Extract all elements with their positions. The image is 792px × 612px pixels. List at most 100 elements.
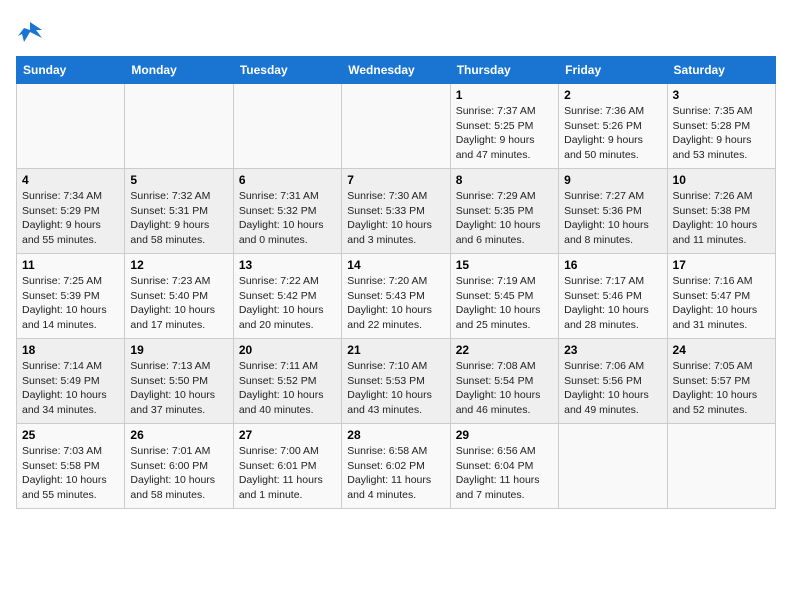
calendar-cell: 3 Sunrise: 7:35 AM Sunset: 5:28 PM Daylig…	[667, 84, 775, 169]
day-info: Sunrise: 7:10 AM Sunset: 5:53 PM Dayligh…	[347, 359, 444, 418]
column-header-thursday: Thursday	[450, 57, 558, 84]
calendar-cell: 14Sunrise: 7:20 AM Sunset: 5:43 PM Dayli…	[342, 254, 450, 339]
day-info: Sunrise: 7:14 AM Sunset: 5:49 PM Dayligh…	[22, 359, 119, 418]
day-number: 18	[22, 343, 119, 357]
calendar-cell: 25 Sunrise: 7:03 AM Sunset: 5:58 PM Dayli…	[17, 424, 125, 509]
calendar-week-row: 1 Sunrise: 7:37 AM Sunset: 5:25 PM Daylig…	[17, 84, 776, 169]
column-header-tuesday: Tuesday	[233, 57, 341, 84]
calendar-cell: 4 Sunrise: 7:34 AM Sunset: 5:29 PM Daylig…	[17, 169, 125, 254]
day-number: 15	[456, 258, 553, 272]
day-number: 10	[673, 173, 770, 187]
calendar-cell: 22 Sunrise: 7:08 AM Sunset: 5:54 PM Dayli…	[450, 339, 558, 424]
day-number: 26	[130, 428, 227, 442]
day-info: Sunrise: 7:27 AM Sunset: 5:36 PM Dayligh…	[564, 189, 661, 248]
calendar-cell: 8 Sunrise: 7:29 AM Sunset: 5:35 PM Daylig…	[450, 169, 558, 254]
calendar-cell: 16 Sunrise: 7:17 AM Sunset: 5:46 PM Dayli…	[559, 254, 667, 339]
day-info: Sunrise: 7:01 AM Sunset: 6:00 PM Dayligh…	[130, 444, 227, 503]
logo-bird-icon	[16, 20, 44, 48]
day-info: Sunrise: 7:26 AM Sunset: 5:38 PM Dayligh…	[673, 189, 770, 248]
calendar-cell: 19 Sunrise: 7:13 AM Sunset: 5:50 PM Dayli…	[125, 339, 233, 424]
calendar-cell: 29 Sunrise: 6:56 AM Sunset: 6:04 PM Dayli…	[450, 424, 558, 509]
day-info: Sunrise: 7:23 AM Sunset: 5:40 PM Dayligh…	[130, 274, 227, 333]
day-number: 4	[22, 173, 119, 187]
calendar-cell	[342, 84, 450, 169]
calendar-cell	[17, 84, 125, 169]
day-info: Sunrise: 7:06 AM Sunset: 5:56 PM Dayligh…	[564, 359, 661, 418]
calendar-cell: 5Sunrise: 7:32 AM Sunset: 5:31 PM Daylig…	[125, 169, 233, 254]
day-number: 3	[673, 88, 770, 102]
day-number: 11	[22, 258, 119, 272]
column-header-monday: Monday	[125, 57, 233, 84]
calendar-week-row: 18 Sunrise: 7:14 AM Sunset: 5:49 PM Dayli…	[17, 339, 776, 424]
day-number: 5	[130, 173, 227, 187]
day-info: Sunrise: 7:25 AM Sunset: 5:39 PM Dayligh…	[22, 274, 119, 333]
day-info: Sunrise: 7:29 AM Sunset: 5:35 PM Dayligh…	[456, 189, 553, 248]
calendar-table: SundayMondayTuesdayWednesdayThursdayFrid…	[16, 56, 776, 509]
calendar-cell: 6 Sunrise: 7:31 AM Sunset: 5:32 PM Daylig…	[233, 169, 341, 254]
day-number: 22	[456, 343, 553, 357]
day-number: 23	[564, 343, 661, 357]
day-number: 7	[347, 173, 444, 187]
day-info: Sunrise: 7:11 AM Sunset: 5:52 PM Dayligh…	[239, 359, 336, 418]
day-number: 14	[347, 258, 444, 272]
calendar-header-row: SundayMondayTuesdayWednesdayThursdayFrid…	[17, 57, 776, 84]
column-header-saturday: Saturday	[667, 57, 775, 84]
day-info: Sunrise: 7:00 AM Sunset: 6:01 PM Dayligh…	[239, 444, 336, 503]
day-number: 1	[456, 88, 553, 102]
calendar-week-row: 25 Sunrise: 7:03 AM Sunset: 5:58 PM Dayli…	[17, 424, 776, 509]
calendar-cell: 24 Sunrise: 7:05 AM Sunset: 5:57 PM Dayli…	[667, 339, 775, 424]
day-number: 8	[456, 173, 553, 187]
day-number: 6	[239, 173, 336, 187]
calendar-cell: 10 Sunrise: 7:26 AM Sunset: 5:38 PM Dayli…	[667, 169, 775, 254]
day-info: Sunrise: 7:19 AM Sunset: 5:45 PM Dayligh…	[456, 274, 553, 333]
day-number: 19	[130, 343, 227, 357]
day-info: Sunrise: 7:31 AM Sunset: 5:32 PM Dayligh…	[239, 189, 336, 248]
day-info: Sunrise: 6:56 AM Sunset: 6:04 PM Dayligh…	[456, 444, 553, 503]
day-info: Sunrise: 7:05 AM Sunset: 5:57 PM Dayligh…	[673, 359, 770, 418]
logo	[16, 20, 48, 48]
column-header-friday: Friday	[559, 57, 667, 84]
day-number: 12	[130, 258, 227, 272]
day-info: Sunrise: 7:16 AM Sunset: 5:47 PM Dayligh…	[673, 274, 770, 333]
day-info: Sunrise: 7:22 AM Sunset: 5:42 PM Dayligh…	[239, 274, 336, 333]
calendar-cell: 26 Sunrise: 7:01 AM Sunset: 6:00 PM Dayli…	[125, 424, 233, 509]
column-header-sunday: Sunday	[17, 57, 125, 84]
day-number: 20	[239, 343, 336, 357]
day-info: Sunrise: 6:58 AM Sunset: 6:02 PM Dayligh…	[347, 444, 444, 503]
day-number: 29	[456, 428, 553, 442]
day-info: Sunrise: 7:34 AM Sunset: 5:29 PM Dayligh…	[22, 189, 119, 248]
calendar-week-row: 4 Sunrise: 7:34 AM Sunset: 5:29 PM Daylig…	[17, 169, 776, 254]
calendar-cell: 9 Sunrise: 7:27 AM Sunset: 5:36 PM Daylig…	[559, 169, 667, 254]
calendar-cell: 7 Sunrise: 7:30 AM Sunset: 5:33 PM Daylig…	[342, 169, 450, 254]
day-info: Sunrise: 7:17 AM Sunset: 5:46 PM Dayligh…	[564, 274, 661, 333]
calendar-cell	[233, 84, 341, 169]
day-number: 28	[347, 428, 444, 442]
calendar-cell: 27Sunrise: 7:00 AM Sunset: 6:01 PM Dayli…	[233, 424, 341, 509]
calendar-cell: 15 Sunrise: 7:19 AM Sunset: 5:45 PM Dayli…	[450, 254, 558, 339]
calendar-cell: 1 Sunrise: 7:37 AM Sunset: 5:25 PM Daylig…	[450, 84, 558, 169]
calendar-cell: 2Sunrise: 7:36 AM Sunset: 5:26 PM Daylig…	[559, 84, 667, 169]
calendar-cell	[559, 424, 667, 509]
day-number: 16	[564, 258, 661, 272]
calendar-cell: 28 Sunrise: 6:58 AM Sunset: 6:02 PM Dayli…	[342, 424, 450, 509]
day-info: Sunrise: 7:35 AM Sunset: 5:28 PM Dayligh…	[673, 104, 770, 163]
day-info: Sunrise: 7:08 AM Sunset: 5:54 PM Dayligh…	[456, 359, 553, 418]
day-info: Sunrise: 7:13 AM Sunset: 5:50 PM Dayligh…	[130, 359, 227, 418]
day-info: Sunrise: 7:03 AM Sunset: 5:58 PM Dayligh…	[22, 444, 119, 503]
day-info: Sunrise: 7:30 AM Sunset: 5:33 PM Dayligh…	[347, 189, 444, 248]
day-info: Sunrise: 7:37 AM Sunset: 5:25 PM Dayligh…	[456, 104, 553, 163]
day-number: 25	[22, 428, 119, 442]
calendar-cell: 13 Sunrise: 7:22 AM Sunset: 5:42 PM Dayli…	[233, 254, 341, 339]
calendar-cell: 20 Sunrise: 7:11 AM Sunset: 5:52 PM Dayli…	[233, 339, 341, 424]
calendar-cell: 18 Sunrise: 7:14 AM Sunset: 5:49 PM Dayli…	[17, 339, 125, 424]
calendar-cell: 21 Sunrise: 7:10 AM Sunset: 5:53 PM Dayli…	[342, 339, 450, 424]
day-number: 9	[564, 173, 661, 187]
day-info: Sunrise: 7:36 AM Sunset: 5:26 PM Dayligh…	[564, 104, 661, 163]
calendar-cell	[667, 424, 775, 509]
calendar-cell	[125, 84, 233, 169]
calendar-cell: 17Sunrise: 7:16 AM Sunset: 5:47 PM Dayli…	[667, 254, 775, 339]
day-number: 13	[239, 258, 336, 272]
day-number: 24	[673, 343, 770, 357]
day-number: 21	[347, 343, 444, 357]
page-header	[16, 16, 776, 48]
